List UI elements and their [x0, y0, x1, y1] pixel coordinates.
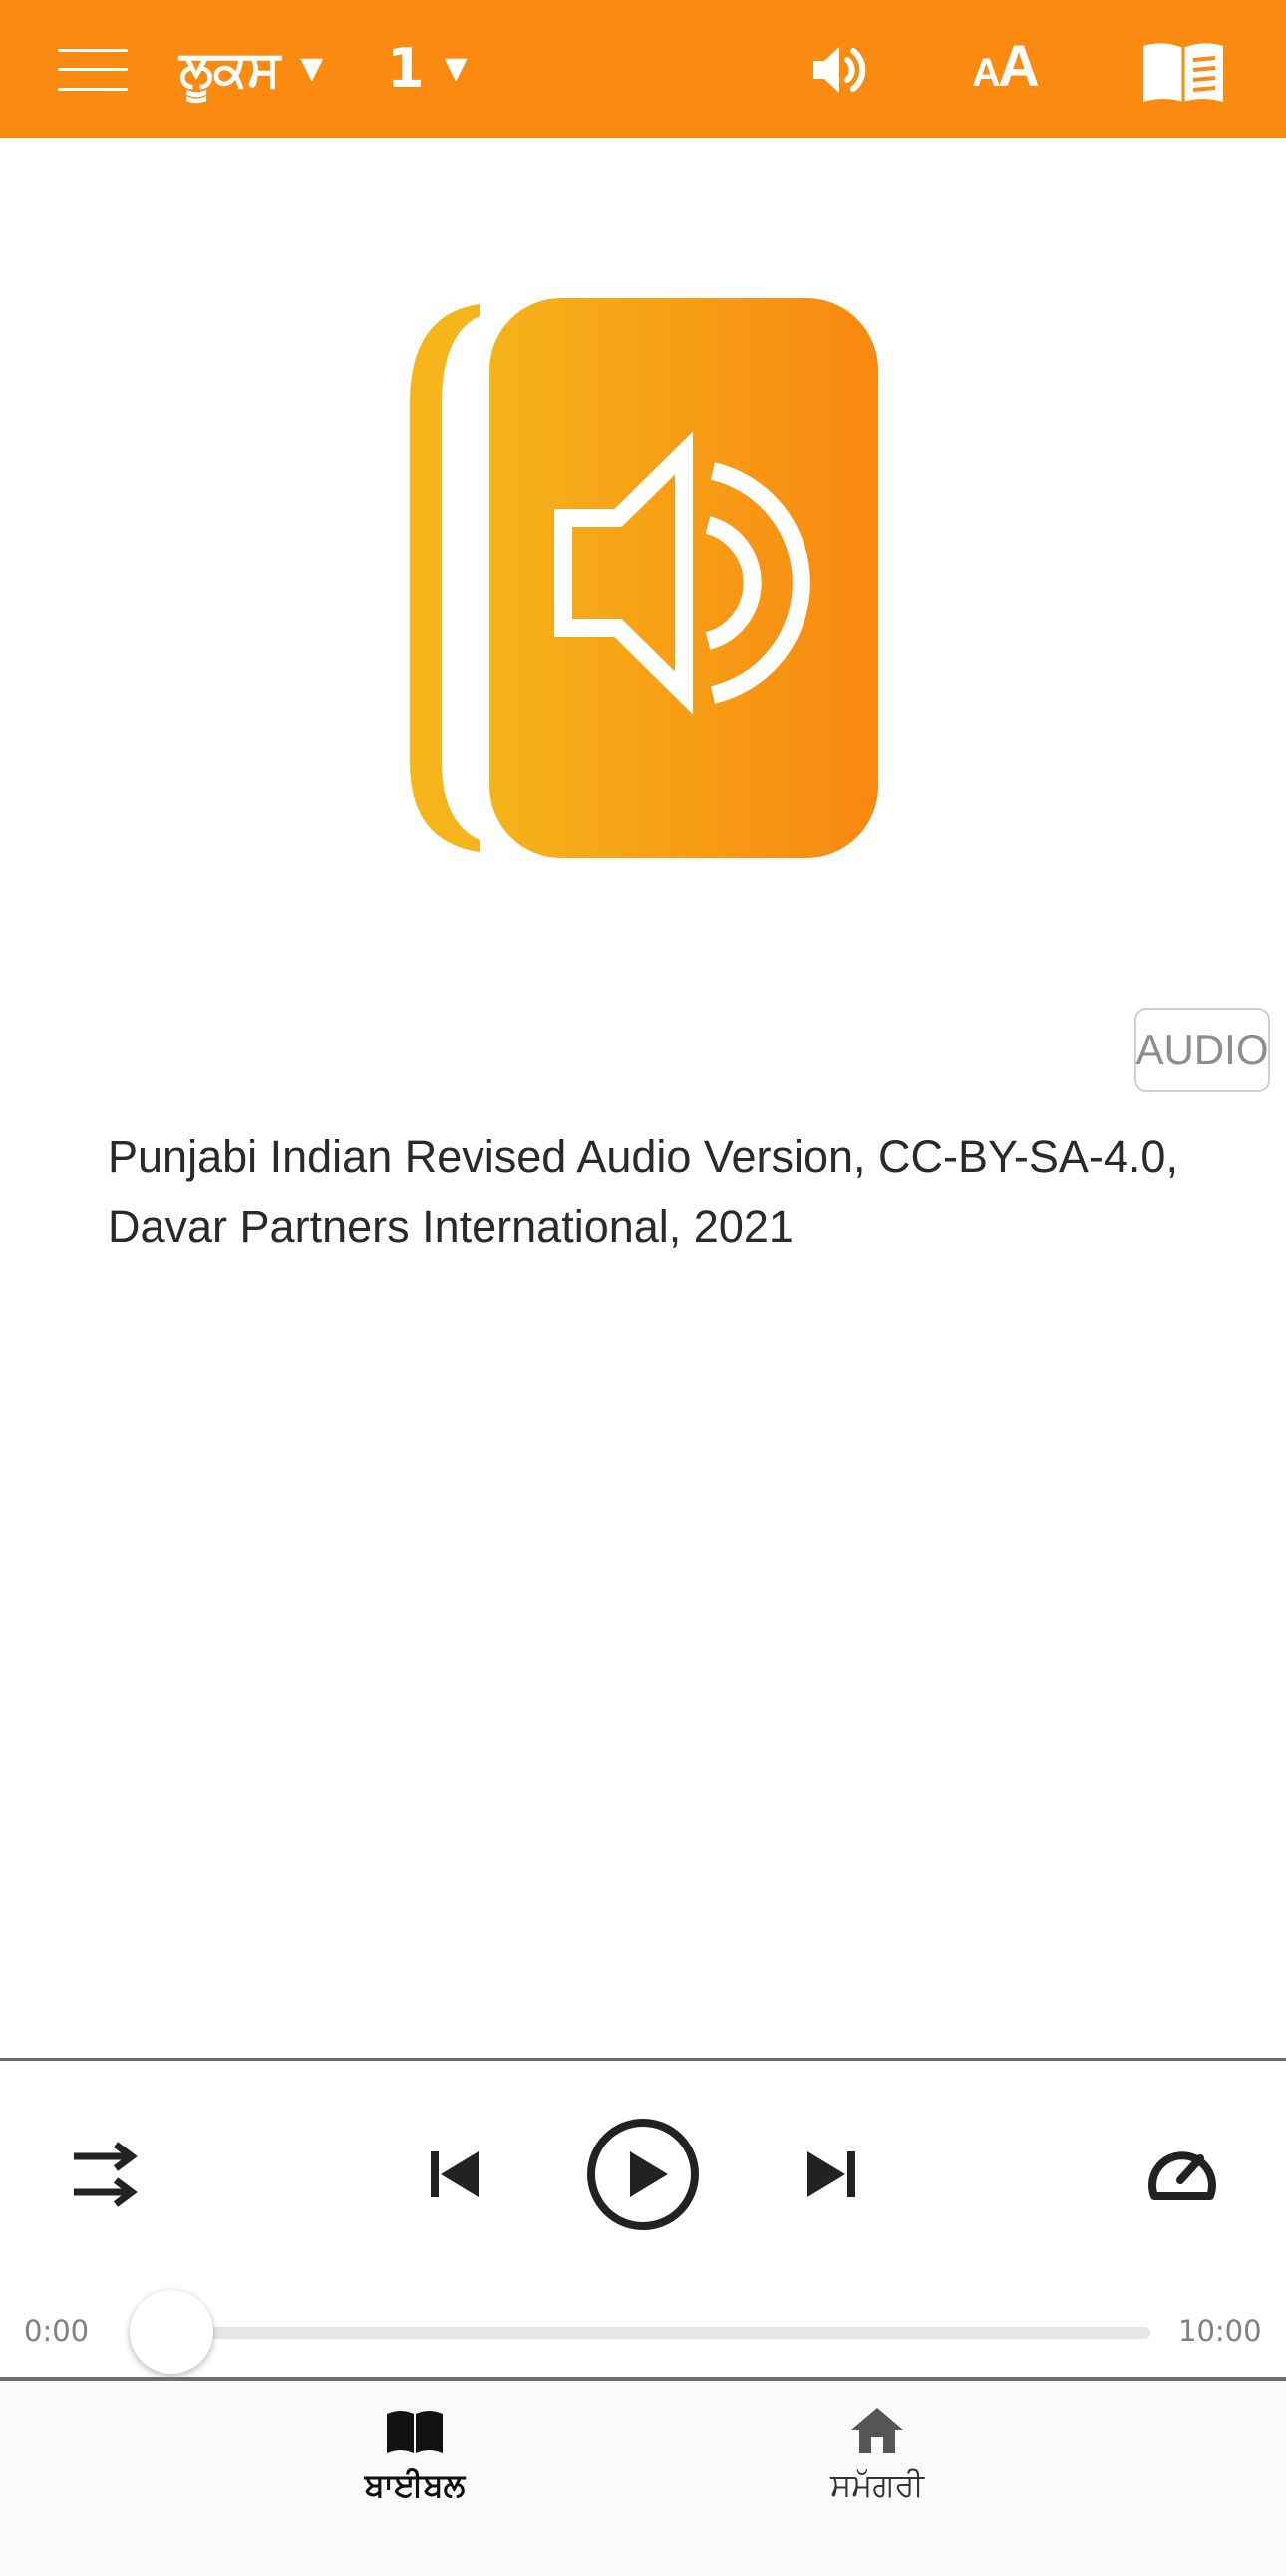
seek-handle[interactable] [130, 2290, 213, 2374]
next-icon[interactable] [805, 2149, 857, 2199]
chapter-dropdown-caret-icon: ▼ [444, 51, 468, 86]
tab-bible[interactable]: ਬਾਈਬਲ [255, 2406, 574, 2555]
bottom-tab-bar [0, 2381, 1286, 2576]
book-name: ਲੂਕਸ [179, 40, 281, 98]
menu-icon[interactable] [58, 47, 128, 93]
copyright-text: Punjabi Indian Revised Audio Version, CC… [108, 1131, 1178, 1252]
play-icon[interactable] [586, 2118, 700, 2231]
book-dropdown-caret-icon: ▼ [300, 51, 324, 86]
home-icon [851, 2408, 903, 2453]
chapter-selector[interactable]: 1 ▼ [387, 34, 468, 104]
app-bar: ਲੂਕਸ ▼ 1 ▼ A A [0, 0, 1286, 138]
speed-icon[interactable] [1144, 2141, 1220, 2202]
chapter-number: 1 [387, 37, 425, 100]
previous-icon[interactable] [429, 2149, 481, 2199]
repeat-icon[interactable] [70, 2139, 138, 2210]
current-time: 0:00 [24, 2314, 90, 2348]
tab-contents-label: ਸਮੱਗਰੀ [829, 2466, 925, 2504]
audio-book-icon [410, 298, 878, 858]
book-selector[interactable]: ਲੂਕਸ ▼ [179, 34, 323, 104]
tab-contents[interactable]: ਸਮੱਗਰੀ [718, 2406, 1037, 2555]
font-size-icon[interactable]: A A [972, 34, 1052, 102]
total-time: 10:00 [1178, 2314, 1262, 2348]
reader-icon[interactable] [1141, 38, 1225, 104]
speaker-icon[interactable] [809, 40, 869, 100]
tab-bible-label: ਬਾਈਬਲ [364, 2466, 466, 2504]
book-open-icon [387, 2411, 443, 2453]
audio-badge[interactable]: AUDIO [1134, 1008, 1270, 1092]
seek-bar[interactable] [171, 2327, 1150, 2339]
